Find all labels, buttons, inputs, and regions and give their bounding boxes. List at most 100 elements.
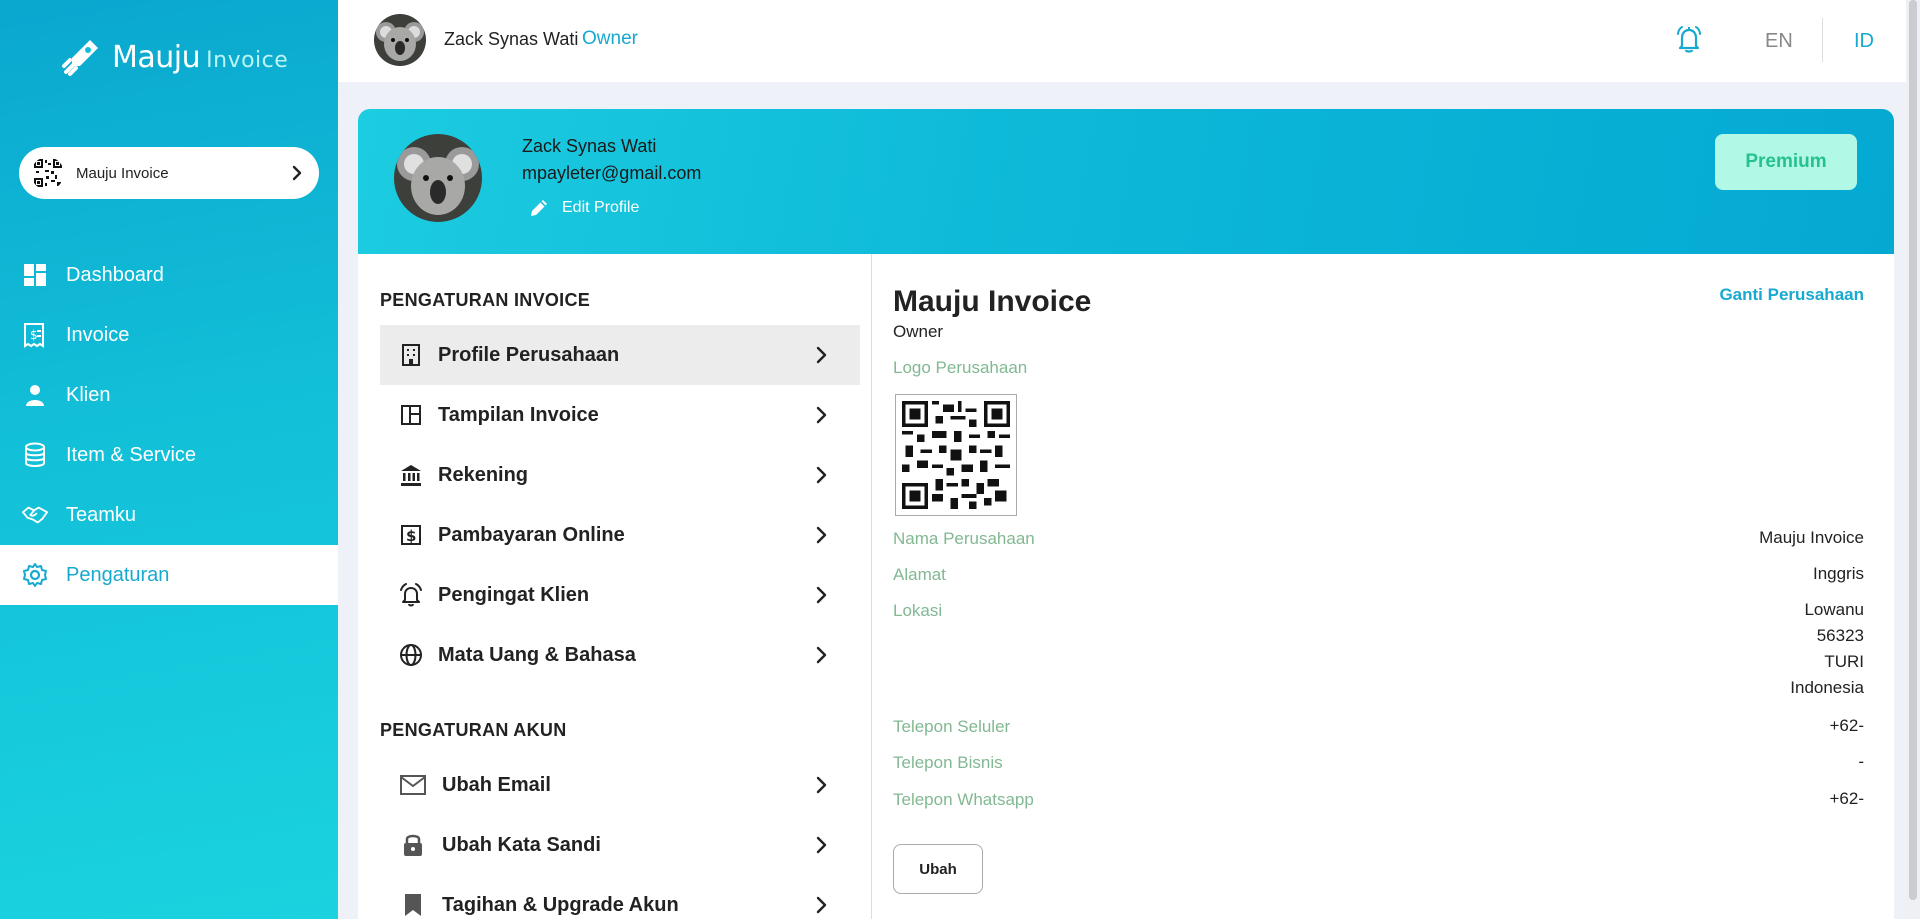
- rocket-logo-icon: [62, 40, 98, 76]
- person-icon: [22, 382, 48, 408]
- building-icon: [398, 342, 424, 368]
- menu-item-label: Pengingat Klien: [438, 583, 590, 606]
- invoice-settings-title: PENGATURAN INVOICE: [380, 290, 591, 310]
- bank-icon: [398, 462, 424, 488]
- language-en-button[interactable]: EN: [1765, 30, 1793, 53]
- company-qr-avatar: [31, 156, 64, 190]
- gear-icon: [22, 562, 48, 588]
- field-value-nama-perusahaan: Mauju Invoice: [1759, 528, 1864, 547]
- company-logo-label: Logo Perusahaan: [893, 358, 1028, 377]
- dollar-icon: $: [398, 522, 424, 548]
- language-divider: [1822, 18, 1823, 62]
- edit-company-button[interactable]: Ubah: [893, 844, 983, 894]
- sidebar: Mauju Invoice Mauju Invoice Dashboard $ …: [0, 0, 338, 919]
- chevron-right-icon: [816, 646, 827, 664]
- field-value-telepon-seluler: +62-: [1829, 716, 1865, 735]
- menu-item-label: Mata Uang & Bahasa: [438, 643, 636, 666]
- page-scrollbar[interactable]: [1906, 0, 1920, 919]
- settings-content: PENGATURAN INVOICE Profile Perusahaan Ta…: [358, 254, 1894, 919]
- field-label-telepon-bisnis: Telepon Bisnis: [893, 753, 1003, 772]
- menu-item-label: Profile Perusahaan: [438, 343, 620, 366]
- chevron-right-icon: [816, 526, 827, 544]
- lokasi-line: TURI: [1824, 652, 1864, 671]
- invoice-icon: $: [22, 322, 48, 348]
- menu-item-label: Pambayaran Online: [438, 523, 625, 546]
- menu-item-label: Tampilan Invoice: [438, 403, 599, 426]
- field-label-lokasi: Lokasi: [893, 601, 943, 620]
- bookmark-icon: [398, 892, 428, 918]
- dashboard-icon: [22, 262, 48, 288]
- menu-item-pengingat-klien[interactable]: Pengingat Klien: [380, 565, 860, 625]
- field-label-telepon-whatsapp: Telepon Whatsapp: [893, 790, 1034, 809]
- chevron-right-icon: [816, 586, 827, 604]
- menu-item-label: Tagihan & Upgrade Akun: [442, 893, 679, 916]
- mail-icon: [398, 772, 428, 798]
- sidebar-item-label: Pengaturan: [66, 563, 170, 586]
- layout-icon: [398, 402, 424, 428]
- user-role: Owner: [582, 28, 638, 49]
- lokasi-line: 56323: [1816, 626, 1864, 645]
- menu-item-label: Ubah Kata Sandi: [442, 833, 601, 856]
- profile-avatar: [394, 134, 482, 222]
- menu-item-rekening[interactable]: Rekening: [380, 445, 860, 505]
- menu-item-pambayaran-online[interactable]: $ Pambayaran Online: [380, 505, 860, 565]
- handshake-icon: [22, 502, 48, 528]
- company-switcher[interactable]: Mauju Invoice: [19, 147, 319, 199]
- profile-email: mpayleter@gmail.com: [522, 163, 702, 183]
- sidebar-item-teamku[interactable]: Teamku: [0, 485, 338, 545]
- scrollbar-thumb[interactable]: [1909, 0, 1917, 900]
- menu-item-mata-uang-bahasa[interactable]: Mata Uang & Bahasa: [380, 625, 860, 685]
- profile-banner: Zack Synas Wati mpayleter@gmail.com Edit…: [358, 109, 1894, 254]
- sidebar-item-pengaturan[interactable]: Pengaturan: [0, 545, 338, 605]
- pencil-icon: [531, 200, 547, 216]
- alarm-icon: [398, 582, 424, 608]
- sidebar-item-klien[interactable]: Klien: [0, 365, 338, 425]
- chevron-right-icon: [292, 165, 302, 181]
- change-company-link[interactable]: Ganti Perusahaan: [1719, 285, 1864, 305]
- settings-menu: PENGATURAN INVOICE Profile Perusahaan Ta…: [358, 254, 872, 919]
- lokasi-line: Lowanu: [1804, 600, 1864, 619]
- notification-bell-icon[interactable]: [1673, 24, 1705, 56]
- field-label-alamat: Alamat: [893, 565, 946, 584]
- top-bar: Zack Synas Wati Owner EN ID: [338, 0, 1920, 82]
- company-switcher-label: Mauju Invoice: [76, 164, 169, 182]
- menu-item-label: Rekening: [438, 463, 529, 486]
- sidebar-item-invoice[interactable]: $ Invoice: [0, 305, 338, 365]
- field-value-telepon-bisnis: -: [1858, 752, 1864, 771]
- premium-button[interactable]: Premium: [1715, 134, 1857, 190]
- sidebar-nav: Dashboard $ Invoice Klien Item & Service…: [0, 245, 338, 605]
- field-value-telepon-whatsapp: +62-: [1829, 789, 1865, 808]
- chevron-right-icon: [816, 836, 827, 854]
- company-logo-qr: [895, 394, 1017, 516]
- account-settings-title: PENGATURAN AKUN: [380, 720, 567, 740]
- chevron-right-icon: [816, 406, 827, 424]
- edit-profile-link[interactable]: Edit Profile: [528, 197, 639, 219]
- database-icon: [22, 442, 48, 468]
- chevron-right-icon: [816, 776, 827, 794]
- field-label-nama-perusahaan: Nama Perusahaan: [893, 529, 1035, 548]
- sidebar-item-label: Invoice: [66, 323, 130, 346]
- user-avatar[interactable]: [374, 14, 426, 66]
- chevron-right-icon: [816, 896, 827, 914]
- globe-icon: [398, 642, 424, 668]
- user-name: Zack Synas Wati: [444, 29, 579, 49]
- sidebar-item-label: Dashboard: [66, 263, 164, 286]
- menu-item-tagihan-upgrade[interactable]: Tagihan & Upgrade Akun: [380, 875, 860, 919]
- profile-name: Zack Synas Wati: [522, 136, 657, 156]
- brand-logo[interactable]: Mauju Invoice: [60, 36, 288, 78]
- svg-text:$: $: [406, 527, 416, 545]
- lock-icon: [398, 832, 428, 858]
- menu-item-tampilan-invoice[interactable]: Tampilan Invoice: [380, 385, 860, 445]
- brand-name: Mauju Invoice: [112, 39, 289, 75]
- menu-item-ubah-kata-sandi[interactable]: Ubah Kata Sandi: [380, 815, 860, 875]
- company-profile-panel: Mauju Invoice Ganti Perusahaan Owner Log…: [873, 254, 1894, 919]
- sidebar-item-dashboard[interactable]: Dashboard: [0, 245, 338, 305]
- menu-item-label: Ubah Email: [442, 773, 551, 796]
- menu-item-profile-perusahaan[interactable]: Profile Perusahaan: [380, 325, 860, 385]
- field-value-alamat: Inggris: [1812, 564, 1864, 583]
- menu-item-ubah-email[interactable]: Ubah Email: [380, 755, 860, 815]
- chevron-right-icon: [816, 466, 827, 484]
- sidebar-item-item-service[interactable]: Item & Service: [0, 425, 338, 485]
- language-id-button[interactable]: ID: [1854, 30, 1874, 53]
- edit-profile-label: Edit Profile: [562, 199, 640, 216]
